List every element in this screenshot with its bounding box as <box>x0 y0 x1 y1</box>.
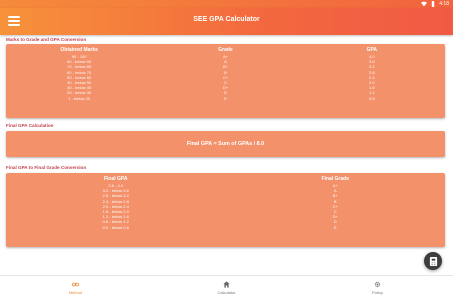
status-icons: 4:18 <box>421 0 449 8</box>
final-gpa-range-cell: 0.0 - below 0.8 <box>102 224 129 230</box>
marks-table-header: Obtained Marks Grade GPA <box>6 47 445 54</box>
marks-range-cell: 1 - below 20 <box>68 95 91 101</box>
wifi-icon <box>421 1 428 7</box>
nav-item-method[interactable]: Method <box>0 276 151 300</box>
grade-cell: E <box>224 95 227 101</box>
app-bar: SEE GPA Calculator <box>0 8 453 35</box>
nav-item-calculator[interactable]: Calculator <box>151 276 302 300</box>
gpa-formula: Final GPA = Sum of GPAs / 8.0 <box>186 141 265 147</box>
marks-conversion-card: Obtained Marks Grade GPA 90 - 100 A+ 4.0 80… <box>6 44 445 118</box>
header-grade: Grade <box>218 47 233 53</box>
marks-table-body: 90 - 100 A+ 4.0 80 - below 90 A 3.6 70 - below… <box>6 54 445 101</box>
status-time: 4:18 <box>439 1 449 7</box>
gpa-cell: 0.8 <box>369 95 375 101</box>
bottom-navigation: Method Calculator Policy <box>0 275 453 300</box>
header-final-gpa: Final GPA <box>103 176 128 182</box>
section-title-marks: Marks to Grade and GPA Conversion <box>6 37 87 42</box>
nav-label-method: Method <box>68 290 83 295</box>
header-gpa: GPA <box>366 47 378 53</box>
battery-icon <box>432 1 435 7</box>
header-obtained-marks: Obtained Marks <box>60 47 98 53</box>
grade-conversion-card: Final GPA Final Grade 3.6 - 4.0 A+ 3.2 - b… <box>6 173 445 247</box>
section-title-final-gpa: Final GPA Calculation <box>6 123 54 128</box>
main-content: Marks to Grade and GPA Conversion Obtain… <box>0 35 453 275</box>
calculator-fab-button[interactable] <box>424 252 442 270</box>
nav-label-calculator: Calculator <box>217 290 236 295</box>
nav-item-policy[interactable]: Policy <box>302 276 453 300</box>
grade-table-header: Final GPA Final Grade <box>6 176 445 183</box>
nav-label-policy: Policy <box>372 290 383 295</box>
final-gpa-card: Final GPA = Sum of GPAs / 8.0 <box>6 131 445 157</box>
home-icon <box>223 281 230 288</box>
status-bar: 4:18 <box>0 0 453 8</box>
gear-icon <box>374 281 381 288</box>
section-title-grade-conversion: Final GPA to Final Grade Conversion <box>6 165 87 170</box>
final-grade-cell: E <box>333 224 337 230</box>
app-title: SEE GPA Calculator <box>193 16 260 23</box>
grade-table-body: 3.6 - 4.0 A+ 3.2 - below 3.6 A 2.8 - below 3… <box>6 183 445 230</box>
header-final-grade: Final Grade <box>321 176 349 182</box>
link-icon <box>72 282 79 287</box>
calculator-icon <box>429 256 437 266</box>
